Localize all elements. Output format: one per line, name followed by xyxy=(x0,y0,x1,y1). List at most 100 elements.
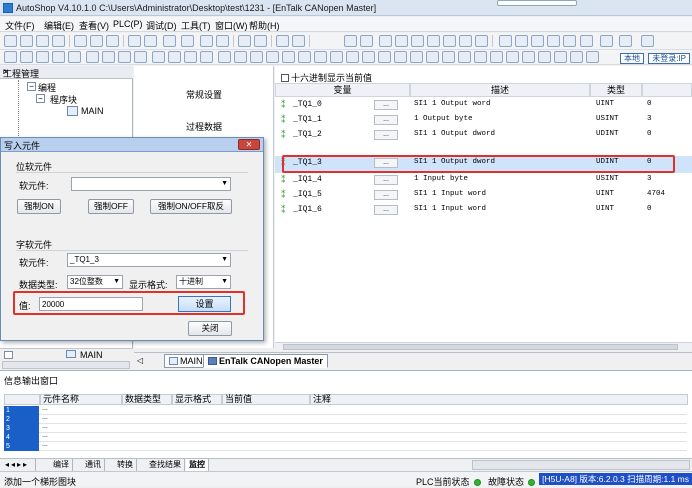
project-panel-scrollbar[interactable]: MAIN xyxy=(0,348,133,370)
chevron-down-icon[interactable]: ▼ xyxy=(221,276,228,288)
menu-plc[interactable]: PLC(P) xyxy=(113,19,143,29)
close-button[interactable]: 关闭 xyxy=(188,321,232,336)
force-toggle-button[interactable]: 强制ON/OFF取反 xyxy=(150,199,232,214)
info-horizontal-scrollbar[interactable] xyxy=(472,460,690,470)
tree-expand-icon[interactable]: − xyxy=(27,82,36,91)
info-row[interactable]: 4... xyxy=(4,432,687,442)
row-browse-button[interactable]: ... xyxy=(374,190,398,200)
instr6-icon[interactable] xyxy=(298,51,311,63)
grid4-icon[interactable] xyxy=(547,35,560,47)
upload-icon[interactable] xyxy=(379,35,392,47)
row-browse-button[interactable]: ... xyxy=(374,175,398,185)
tab-convert[interactable]: 转换 xyxy=(114,459,137,471)
contact-fall-icon[interactable] xyxy=(68,51,81,63)
tab-find-results[interactable]: 查找结果 xyxy=(146,459,185,471)
instr10-icon[interactable] xyxy=(362,51,375,63)
grid-icon[interactable] xyxy=(499,35,512,47)
row-browse-button[interactable]: ... xyxy=(374,130,398,140)
instr3-icon[interactable] xyxy=(250,51,263,63)
network-icon[interactable] xyxy=(216,35,229,47)
chevron-down-icon[interactable]: ▼ xyxy=(113,276,120,288)
info-row[interactable]: 1... xyxy=(4,405,687,415)
row-name-cell[interactable]: ... xyxy=(42,432,48,439)
col-header-description[interactable]: 描述 xyxy=(410,83,590,97)
info-col-comment[interactable]: 注释 xyxy=(310,394,688,405)
login-status-button[interactable]: 未登录:IP xyxy=(648,53,690,64)
table-row[interactable]: ⁑ _IQ1_4 ... 1 Input byte USINT 3 xyxy=(275,173,692,188)
col-header-value[interactable] xyxy=(642,83,692,97)
format-select[interactable]: 十进制 ▼ xyxy=(176,275,231,289)
instr20-icon[interactable] xyxy=(522,51,535,63)
tree-item-main-bottom[interactable]: MAIN xyxy=(80,350,103,360)
checkbox-icon[interactable] xyxy=(281,74,289,82)
tree-item-program-blocks[interactable]: 程序块 xyxy=(50,93,77,106)
tab-monitor[interactable]: 监控 xyxy=(186,459,209,471)
tab-main[interactable]: MAIN xyxy=(164,354,208,368)
replace-icon[interactable] xyxy=(200,35,213,47)
tree-expand-icon[interactable] xyxy=(4,351,13,359)
instr5-icon[interactable] xyxy=(282,51,295,63)
ladder-mode-icon[interactable] xyxy=(4,51,17,63)
comm-icon[interactable] xyxy=(443,35,456,47)
run-icon[interactable] xyxy=(344,35,357,47)
info-row[interactable]: 5... xyxy=(4,441,687,451)
title-search-box[interactable] xyxy=(497,0,577,6)
undo-icon[interactable] xyxy=(128,35,141,47)
instr2-icon[interactable] xyxy=(234,51,247,63)
instr18-icon[interactable] xyxy=(490,51,503,63)
parallel-icon[interactable] xyxy=(86,51,99,63)
menu-help[interactable]: 帮助(H) xyxy=(249,19,280,32)
instr9-icon[interactable] xyxy=(346,51,359,63)
info-col-datatype[interactable]: 数据类型 xyxy=(122,394,172,405)
instr4-icon[interactable] xyxy=(266,51,279,63)
print-icon[interactable] xyxy=(52,35,65,47)
tree-item-main[interactable]: MAIN xyxy=(81,106,104,116)
menu-view[interactable]: 查看(V) xyxy=(79,19,109,32)
force-off-button[interactable]: 强制OFF xyxy=(88,199,134,214)
monitor-list-icon[interactable] xyxy=(292,35,305,47)
contact-nc-icon[interactable] xyxy=(36,51,49,63)
grid2-icon[interactable] xyxy=(515,35,528,47)
table-row[interactable]: ⁑ _TQ1_1 ... 1 Output byte USINT 3 xyxy=(275,113,692,128)
copy-icon[interactable] xyxy=(90,35,103,47)
instr-icon[interactable] xyxy=(218,51,231,63)
instr12-icon[interactable] xyxy=(394,51,407,63)
table-row[interactable]: ⁑ _IQ1_5 ... SI1 1 Input word UINT 4704 xyxy=(275,188,692,203)
menu-edit[interactable]: 编辑(E) xyxy=(44,19,74,32)
tree-expand-icon[interactable]: − xyxy=(36,94,45,103)
info-row[interactable]: 2... xyxy=(4,414,687,424)
col-header-type[interactable]: 类型 xyxy=(590,83,642,97)
datatype-select[interactable]: 32位整数 ▼ xyxy=(67,275,123,289)
vline-delete-icon[interactable] xyxy=(200,51,213,63)
instr19-icon[interactable] xyxy=(506,51,519,63)
write-icon[interactable] xyxy=(459,35,472,47)
row-name-cell[interactable]: ... xyxy=(42,441,48,448)
monitor-icon[interactable] xyxy=(276,35,289,47)
cut-icon[interactable] xyxy=(74,35,87,47)
menu-window[interactable]: 窗口(W) xyxy=(215,19,248,32)
dialog-close-button[interactable]: ✕ xyxy=(238,139,260,150)
close-icon[interactable]: × xyxy=(3,67,130,78)
instr24-icon[interactable] xyxy=(586,51,599,63)
row-browse-button[interactable]: ... xyxy=(374,100,398,110)
open-file-icon[interactable] xyxy=(20,35,33,47)
diagnose-icon[interactable] xyxy=(475,35,488,47)
bit-element-combo[interactable]: ▼ xyxy=(71,177,231,191)
contact-rise-icon[interactable] xyxy=(52,51,65,63)
grid5-icon[interactable] xyxy=(563,35,576,47)
parallel-rise-icon[interactable] xyxy=(118,51,131,63)
local-button[interactable]: 本地 xyxy=(620,53,644,64)
force-on-button[interactable]: 强制ON xyxy=(17,199,61,214)
row-name-cell[interactable]: ... xyxy=(42,414,48,421)
new-file-icon[interactable] xyxy=(4,35,17,47)
instr11-icon[interactable] xyxy=(378,51,391,63)
search-icon[interactable] xyxy=(181,35,194,47)
instr15-icon[interactable] xyxy=(442,51,455,63)
instr22-icon[interactable] xyxy=(554,51,567,63)
download-icon[interactable] xyxy=(395,35,408,47)
parallel-nc-icon[interactable] xyxy=(102,51,115,63)
delete-icon[interactable] xyxy=(163,35,176,47)
menu-debug[interactable]: 调试(D) xyxy=(146,19,177,32)
parallel-fall-icon[interactable] xyxy=(134,51,147,63)
stop-icon[interactable] xyxy=(360,35,373,47)
